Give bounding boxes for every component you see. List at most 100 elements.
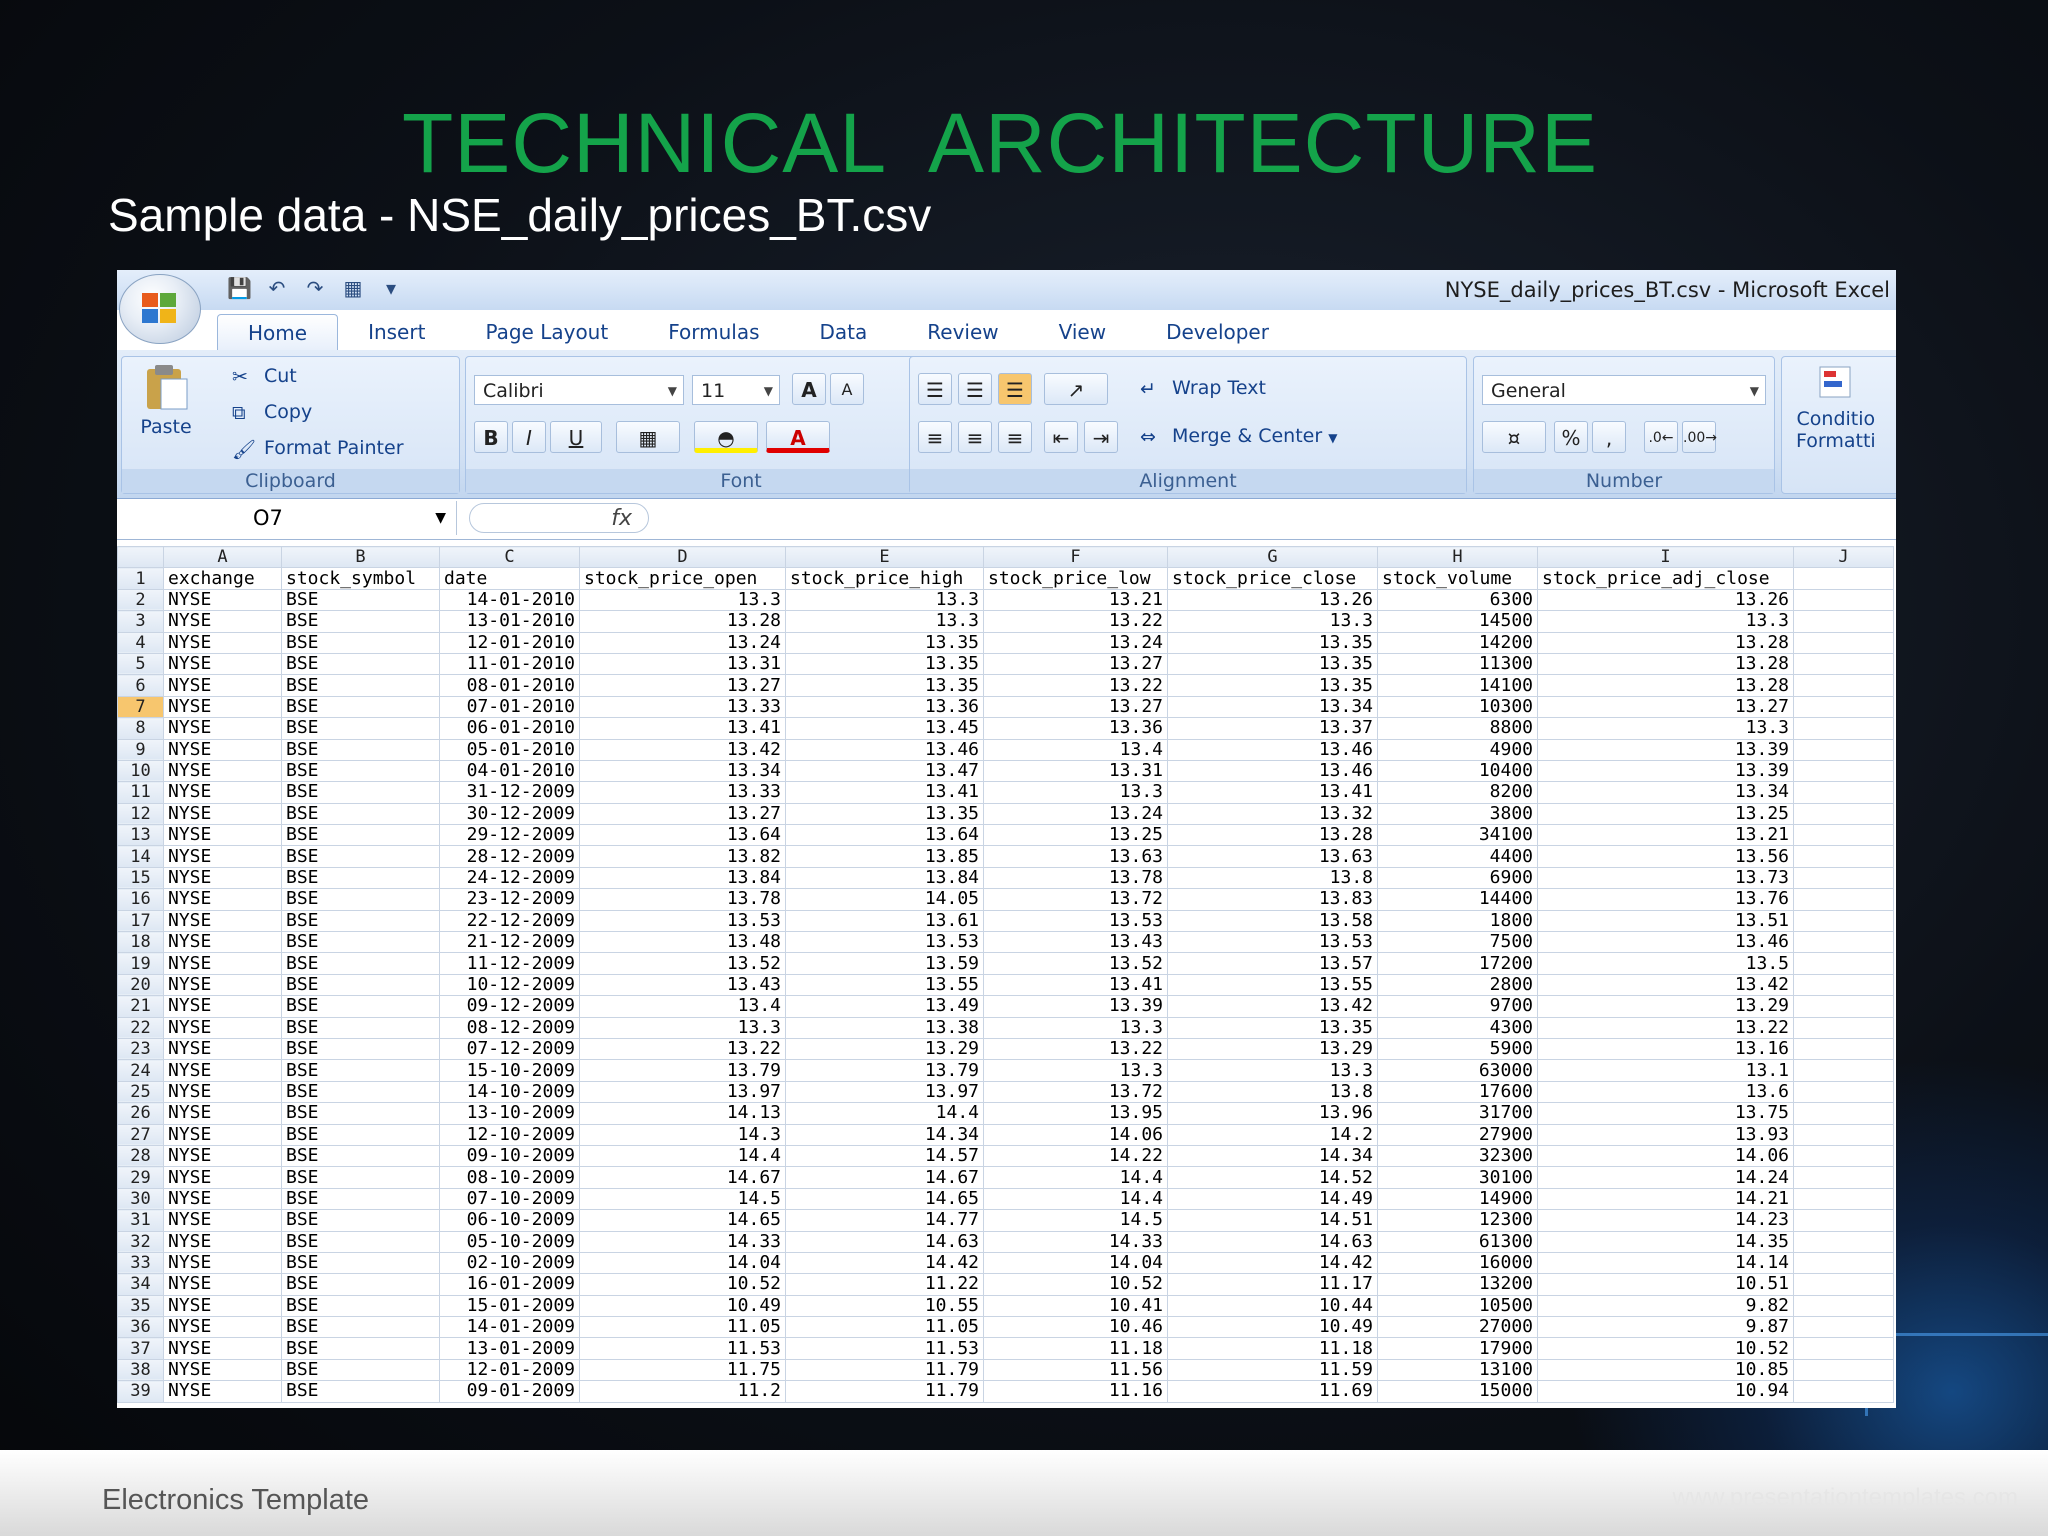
cell[interactable]: 4900 <box>1377 738 1538 761</box>
cell[interactable]: 13.35 <box>785 802 984 826</box>
cell[interactable]: 13.76 <box>1537 888 1794 911</box>
cell[interactable]: 14.5 <box>983 1209 1168 1232</box>
cell[interactable]: 14.42 <box>785 1251 984 1275</box>
cell[interactable]: BSE <box>281 1016 440 1039</box>
cell[interactable] <box>1793 1294 1894 1318</box>
select-all-corner[interactable] <box>117 545 164 569</box>
cell[interactable]: 13.31 <box>579 652 786 676</box>
cell[interactable]: 13-01-2009 <box>439 1337 580 1360</box>
align-right-button[interactable]: ≡ <box>998 421 1032 453</box>
cell[interactable]: BSE <box>281 845 440 868</box>
cell[interactable]: NYSE <box>163 952 282 975</box>
cell[interactable]: 13.24 <box>983 802 1168 826</box>
cell[interactable]: 29-12-2009 <box>439 824 580 847</box>
cell[interactable]: 11.53 <box>785 1337 984 1360</box>
cell[interactable]: 11.05 <box>785 1316 984 1339</box>
cell[interactable]: 13.57 <box>1167 952 1378 975</box>
cell[interactable]: 05-10-2009 <box>439 1230 580 1253</box>
cell[interactable]: 10.46 <box>983 1316 1168 1339</box>
cell[interactable]: 13.3 <box>579 1016 786 1039</box>
row-header[interactable]: 22 <box>117 1016 164 1039</box>
cell[interactable] <box>1793 866 1894 890</box>
cell[interactable]: 14900 <box>1377 1187 1538 1211</box>
cell[interactable]: 14.51 <box>1167 1209 1378 1232</box>
cell[interactable]: 13.28 <box>579 610 786 633</box>
cell[interactable]: BSE <box>281 1380 440 1403</box>
cell[interactable]: 14.63 <box>785 1230 984 1253</box>
cell[interactable]: 14.35 <box>1537 1230 1794 1253</box>
cell[interactable]: 13.35 <box>1167 674 1378 697</box>
cell[interactable]: 13.28 <box>1537 631 1794 654</box>
cell[interactable]: 06-10-2009 <box>439 1209 580 1232</box>
cell[interactable]: 13.3 <box>1537 717 1794 740</box>
wrap-text-button[interactable]: ↵ Wrap Text <box>1140 377 1266 400</box>
cell[interactable]: 06-01-2010 <box>439 717 580 740</box>
cell[interactable]: BSE <box>281 1123 440 1146</box>
cell[interactable]: 14.57 <box>785 1144 984 1168</box>
cell[interactable]: 16-01-2009 <box>439 1273 580 1296</box>
cut-button[interactable]: ✂ Cut <box>232 365 297 388</box>
tab-page-layout[interactable]: Page Layout <box>455 314 638 350</box>
cell[interactable]: 13.95 <box>983 1102 1168 1125</box>
cell[interactable]: NYSE <box>163 1102 282 1125</box>
cell[interactable]: 34100 <box>1377 824 1538 847</box>
row-header[interactable]: 23 <box>117 1037 164 1061</box>
tab-insert[interactable]: Insert <box>338 314 455 350</box>
cell[interactable]: 13.35 <box>1167 631 1378 654</box>
cell[interactable]: 13.22 <box>983 610 1168 633</box>
cell[interactable]: 13.36 <box>983 717 1168 740</box>
cell[interactable]: 13.4 <box>983 738 1168 761</box>
cell[interactable] <box>1793 1102 1894 1125</box>
cell[interactable]: NYSE <box>163 1144 282 1168</box>
cell[interactable]: 14.33 <box>579 1230 786 1253</box>
cell[interactable]: 13.3 <box>785 588 984 612</box>
cell[interactable]: BSE <box>281 1144 440 1168</box>
cell[interactable]: 13.43 <box>983 931 1168 954</box>
cell[interactable]: 14400 <box>1377 888 1538 911</box>
cell[interactable]: 13.55 <box>785 973 984 997</box>
cell[interactable]: 13.85 <box>785 845 984 868</box>
cell[interactable]: 13.37 <box>1167 717 1378 740</box>
cell[interactable]: 13.27 <box>579 802 786 826</box>
cell[interactable]: 13.52 <box>579 952 786 975</box>
cell[interactable]: 13.51 <box>1537 909 1794 933</box>
cell[interactable]: 07-01-2010 <box>439 695 580 719</box>
cell[interactable] <box>1793 652 1894 676</box>
insert-function-button[interactable]: fx <box>469 503 649 533</box>
cell[interactable]: 13.84 <box>579 866 786 890</box>
cell[interactable]: 13.29 <box>1537 995 1794 1018</box>
cell[interactable]: 13.8 <box>1167 1080 1378 1104</box>
cell[interactable]: 14.33 <box>983 1230 1168 1253</box>
cell[interactable]: 13.25 <box>983 824 1168 847</box>
cell[interactable]: NYSE <box>163 1187 282 1211</box>
cell[interactable]: 14.5 <box>579 1187 786 1211</box>
cell[interactable]: stock_price_high <box>785 567 984 590</box>
cell[interactable]: 13.3 <box>785 610 984 633</box>
cell[interactable]: 13.35 <box>785 631 984 654</box>
cell[interactable]: 14.52 <box>1167 1166 1378 1189</box>
cell[interactable]: BSE <box>281 1230 440 1253</box>
cell[interactable]: NYSE <box>163 1059 282 1082</box>
cell[interactable]: 14.4 <box>785 1102 984 1125</box>
cell[interactable]: 13.28 <box>1537 674 1794 697</box>
column-header[interactable]: I <box>1537 545 1794 569</box>
font-size-select[interactable]: 11 ▼ <box>692 375 780 405</box>
cell[interactable]: 10300 <box>1377 695 1538 719</box>
cell[interactable]: 11-01-2010 <box>439 652 580 676</box>
cell[interactable]: BSE <box>281 1187 440 1211</box>
row-header[interactable]: 24 <box>117 1059 164 1082</box>
tab-review[interactable]: Review <box>897 314 1028 350</box>
cell[interactable]: 13.53 <box>1167 931 1378 954</box>
align-bottom-button[interactable]: ☰ <box>998 373 1032 405</box>
cell[interactable]: NYSE <box>163 1294 282 1318</box>
cell[interactable]: BSE <box>281 1273 440 1296</box>
cell[interactable]: BSE <box>281 738 440 761</box>
cell[interactable]: 13.41 <box>785 781 984 804</box>
cell[interactable]: 4300 <box>1377 1016 1538 1039</box>
cell[interactable]: stock_symbol <box>281 567 440 590</box>
cell[interactable]: 14.3 <box>579 1123 786 1146</box>
cell[interactable]: NYSE <box>163 738 282 761</box>
cell[interactable]: BSE <box>281 931 440 954</box>
cell[interactable]: 27000 <box>1377 1316 1538 1339</box>
cell[interactable]: 13.22 <box>579 1037 786 1061</box>
